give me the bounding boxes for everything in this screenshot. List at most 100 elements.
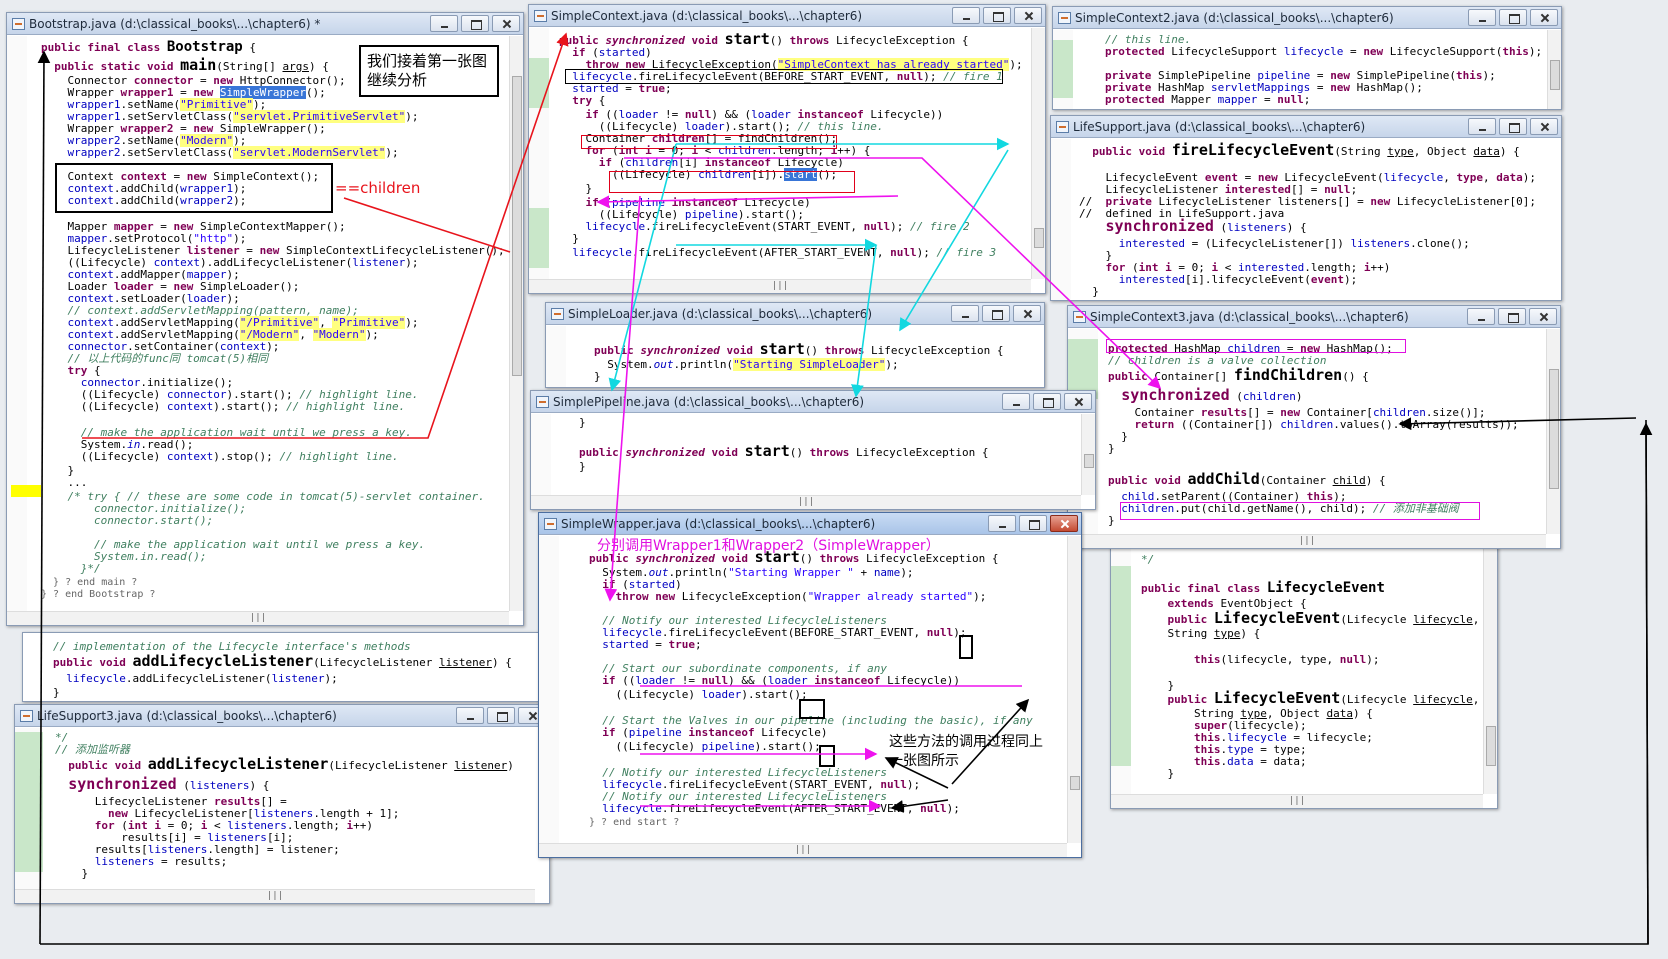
- code-line: // 添加监听器: [55, 743, 130, 756]
- horizontal-scrollbar[interactable]: |||: [1111, 794, 1483, 808]
- title-bar[interactable]: SimpleLoader.java (d:\classical_books\..…: [546, 303, 1044, 325]
- java-file-icon: [12, 18, 25, 30]
- horizontal-scrollbar[interactable]: |||: [531, 495, 1081, 509]
- maximize-button[interactable]: [983, 7, 1011, 24]
- title-bar[interactable]: SimplePipeline.java (d:\classical_books\…: [531, 391, 1095, 413]
- horizontal-scrollbar[interactable]: |||: [7, 611, 509, 625]
- lifecycleevent-window[interactable]: */ public final class LifecycleEvent ext…: [1110, 545, 1498, 809]
- code-line: try {: [572, 94, 606, 107]
- code-line: }: [594, 370, 601, 383]
- title-bar[interactable]: LifeSupport.java (d:\classical_books\...…: [1051, 116, 1561, 138]
- code-line: }: [53, 686, 60, 699]
- java-file-icon: [536, 396, 549, 408]
- maximize-button[interactable]: [1499, 118, 1527, 135]
- minimize-button[interactable]: [1468, 9, 1496, 26]
- code-line: synchronized (listeners) {: [1105, 217, 1307, 235]
- findchildren-highlight: [581, 135, 837, 149]
- java-file-icon: [544, 518, 557, 530]
- title-bar[interactable]: Bootstrap.java (d:\classical_books\...\c…: [7, 13, 523, 35]
- horizontal-scrollbar[interactable]: |||: [1068, 534, 1546, 548]
- title-bar[interactable]: LifeSupport3.java (d:\classical_books\..…: [15, 705, 549, 727]
- lifesupport3-window[interactable]: LifeSupport3.java (d:\classical_books\..…: [14, 704, 550, 904]
- intro-note-box: 我们接着第一张图继续分析: [359, 45, 499, 97]
- code-line: return ((Container[]) children.values().…: [1134, 418, 1519, 431]
- window-title: SimpleWrapper.java (d:\classical_books\.…: [561, 517, 876, 531]
- minimize-button[interactable]: [1468, 118, 1496, 135]
- code-line: public void addChild(Container child) {: [1108, 470, 1386, 488]
- maximize-button[interactable]: [1033, 393, 1061, 410]
- maximize-button[interactable]: [487, 707, 515, 724]
- simplepipeline-window[interactable]: SimplePipeline.java (d:\classical_books\…: [530, 390, 1096, 510]
- vertical-scrollbar[interactable]: [1547, 30, 1561, 109]
- code-line: public synchronized void start() throws …: [594, 340, 1004, 358]
- bookmark-marker: [11, 485, 41, 497]
- minimize-button[interactable]: [988, 515, 1016, 532]
- close-button[interactable]: [1529, 308, 1557, 325]
- close-button[interactable]: [1014, 7, 1042, 24]
- vertical-scrollbar[interactable]: [1067, 536, 1081, 843]
- maximize-button[interactable]: [1499, 9, 1527, 26]
- vertical-scrollbar[interactable]: [1483, 546, 1497, 794]
- maximize-button[interactable]: [1019, 515, 1047, 532]
- intro-note: 我们接着第一张图继续分析: [367, 52, 488, 89]
- loader-start-box: [799, 699, 825, 719]
- code-line: protected LifecycleSupport lifecycle = n…: [1105, 45, 1543, 58]
- simplecontext-window[interactable]: SimpleContext.java (d:\classical_books\.…: [528, 4, 1046, 294]
- code-line: } ? end main ?: [41, 577, 138, 588]
- close-button[interactable]: [1530, 9, 1558, 26]
- minimize-button[interactable]: [952, 7, 980, 24]
- simplecontext2-window[interactable]: SimpleContext2.java (d:\classical_books\…: [1052, 6, 1562, 110]
- lifesupport-window[interactable]: LifeSupport.java (d:\classical_books\...…: [1050, 115, 1562, 301]
- close-button[interactable]: [1013, 305, 1041, 322]
- horizontal-scrollbar[interactable]: |||: [15, 889, 535, 903]
- vertical-scrollbar[interactable]: [509, 36, 523, 611]
- code-line: public synchronized void start() throws …: [579, 442, 989, 460]
- window-title: SimpleLoader.java (d:\classical_books\..…: [568, 307, 873, 321]
- code-line: protected Mapper mapper = null;: [1105, 93, 1311, 106]
- context-block-box: [55, 163, 333, 213]
- code-line: this(lifecycle, type, null);: [1193, 653, 1380, 666]
- close-button[interactable]: [1064, 393, 1092, 410]
- code-line: ((Lifecycle) loader).start();: [589, 688, 808, 701]
- simpleloader-window[interactable]: SimpleLoader.java (d:\classical_books\..…: [545, 302, 1045, 388]
- code-line: }: [579, 460, 586, 473]
- addlistener-window[interactable]: // implementation of the Lifecycle inter…: [22, 632, 558, 702]
- close-button[interactable]: [1050, 515, 1078, 532]
- close-button[interactable]: [1530, 118, 1558, 135]
- bootstrap-window[interactable]: Bootstrap.java (d:\classical_books\...\c…: [6, 12, 524, 626]
- vertical-scrollbar[interactable]: [1081, 414, 1095, 495]
- horizontal-scrollbar[interactable]: |||: [539, 843, 1067, 857]
- minimize-button[interactable]: [951, 305, 979, 322]
- code-line: public synchronized void start() throws …: [559, 30, 969, 48]
- code-line: public void fireLifecycleEvent(String ty…: [1092, 141, 1520, 159]
- java-file-icon: [551, 308, 564, 320]
- close-button[interactable]: [492, 15, 520, 32]
- maximize-button[interactable]: [461, 15, 489, 32]
- code-line: }*/: [41, 562, 101, 575]
- minimize-button[interactable]: [430, 15, 458, 32]
- maximize-button[interactable]: [1498, 308, 1526, 325]
- simplewrapper-window[interactable]: SimpleWrapper.java (d:\classical_books\.…: [538, 512, 1082, 858]
- java-file-icon: [1056, 121, 1069, 133]
- code-line: interested[i].lifecycleEvent(event);: [1118, 273, 1358, 286]
- code-line: if ((loader != null) && (loader instance…: [602, 674, 960, 687]
- title-bar[interactable]: SimpleContext2.java (d:\classical_books\…: [1053, 7, 1561, 29]
- editor-gutter: [7, 36, 27, 625]
- title-bar[interactable]: SimpleWrapper.java (d:\classical_books\.…: [539, 513, 1081, 535]
- minimize-button[interactable]: [1467, 308, 1495, 325]
- title-bar[interactable]: SimpleContext.java (d:\classical_books\.…: [529, 5, 1045, 27]
- simplecontext3-window[interactable]: SimpleContext3.java (d:\classical_books\…: [1067, 305, 1561, 549]
- editor-gutter: [1051, 139, 1071, 300]
- maximize-button[interactable]: [982, 305, 1010, 322]
- vertical-scrollbar[interactable]: [1546, 329, 1560, 534]
- window-title: SimpleContext.java (d:\classical_books\.…: [551, 9, 863, 23]
- code-line: String type) {: [1141, 627, 1261, 640]
- minimize-button[interactable]: [456, 707, 484, 724]
- horizontal-scrollbar[interactable]: |||: [529, 279, 1031, 293]
- java-file-icon: [20, 710, 33, 722]
- title-bar[interactable]: SimpleContext3.java (d:\classical_books\…: [1068, 306, 1560, 328]
- minimize-button[interactable]: [1002, 393, 1030, 410]
- code-line: }: [579, 416, 586, 429]
- code-line: public LifecycleEvent(Lifecycle lifecycl…: [1167, 609, 1480, 627]
- vertical-scrollbar[interactable]: [1031, 28, 1045, 279]
